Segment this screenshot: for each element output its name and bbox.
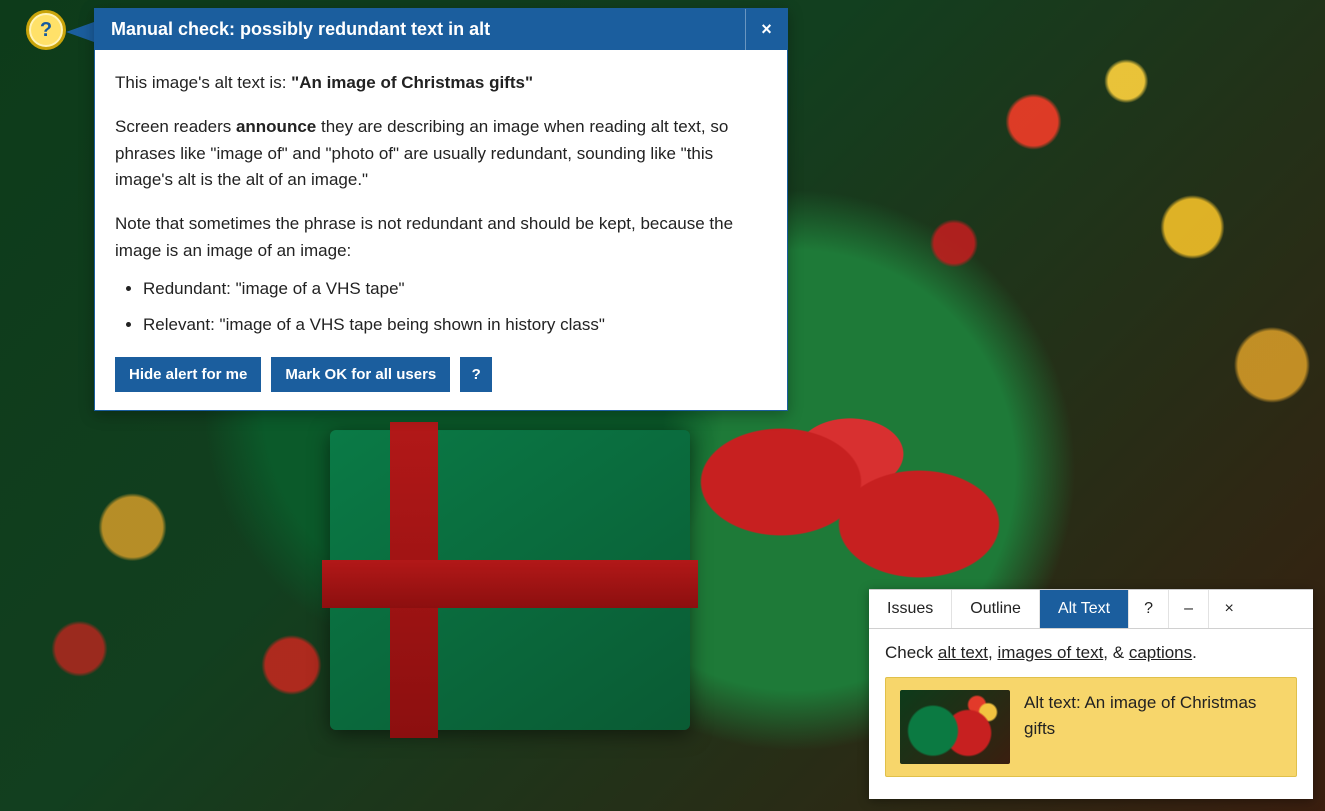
explanation-para-1: Screen readers announce they are describ… — [115, 114, 767, 193]
link-captions[interactable]: captions — [1129, 643, 1192, 662]
panel-close-button[interactable]: × — [1209, 590, 1249, 628]
panel-help-button[interactable]: ? — [1129, 590, 1169, 628]
alt-quoted-text: "An image of Christmas gifts" — [291, 73, 533, 92]
para1-pre: Screen readers — [115, 117, 236, 136]
explanation-para-2: Note that sometimes the phrase is not re… — [115, 211, 767, 264]
popup-body: This image's alt text is: "An image of C… — [95, 50, 787, 410]
popup-header: Manual check: possibly redundant text in… — [95, 9, 787, 50]
popup-actions: Hide alert for me Mark OK for all users … — [115, 357, 767, 392]
checker-panel: Issues Outline Alt Text ? – × Check alt … — [869, 589, 1313, 799]
alt-intro-line: This image's alt text is: "An image of C… — [115, 70, 767, 96]
examples-list: Redundant: "image of a VHS tape" Relevan… — [115, 276, 767, 339]
check-links-line: Check alt text, images of text, & captio… — [885, 643, 1297, 663]
panel-body: Check alt text, images of text, & captio… — [869, 629, 1313, 795]
popup-pointer-icon — [66, 22, 94, 42]
mark-ok-button[interactable]: Mark OK for all users — [271, 357, 450, 392]
example-relevant: Relevant: "image of a VHS tape being sho… — [143, 312, 767, 338]
popup-help-button[interactable]: ? — [460, 357, 492, 392]
link-images-of-text[interactable]: images of text — [997, 643, 1103, 662]
link-alt-text[interactable]: alt text — [938, 643, 988, 662]
alert-popup: Manual check: possibly redundant text in… — [94, 8, 788, 411]
panel-tabs: Issues Outline Alt Text ? – × — [869, 590, 1313, 629]
question-icon: ? — [40, 19, 52, 42]
alt-text-card[interactable]: Alt text: An image of Christmas gifts — [885, 677, 1297, 777]
popup-title: Manual check: possibly redundant text in… — [95, 9, 745, 50]
alt-intro-prefix: This image's alt text is: — [115, 73, 291, 92]
close-icon: × — [761, 19, 772, 40]
panel-minimize-button[interactable]: – — [1169, 590, 1209, 628]
alt-text-value: Alt text: An image of Christmas gifts — [1024, 690, 1282, 741]
tab-outline[interactable]: Outline — [952, 590, 1040, 628]
tab-issues[interactable]: Issues — [869, 590, 952, 628]
hide-alert-button[interactable]: Hide alert for me — [115, 357, 261, 392]
para1-strong: announce — [236, 117, 316, 136]
popup-close-button[interactable]: × — [745, 9, 787, 50]
thumbnail-image — [900, 690, 1010, 764]
example-redundant: Redundant: "image of a VHS tape" — [143, 276, 767, 302]
period: . — [1192, 643, 1197, 662]
tab-alt-text[interactable]: Alt Text — [1040, 590, 1129, 628]
sep2: , & — [1103, 643, 1129, 662]
check-label: Check — [885, 643, 938, 662]
help-badge-icon[interactable]: ? — [26, 10, 66, 50]
